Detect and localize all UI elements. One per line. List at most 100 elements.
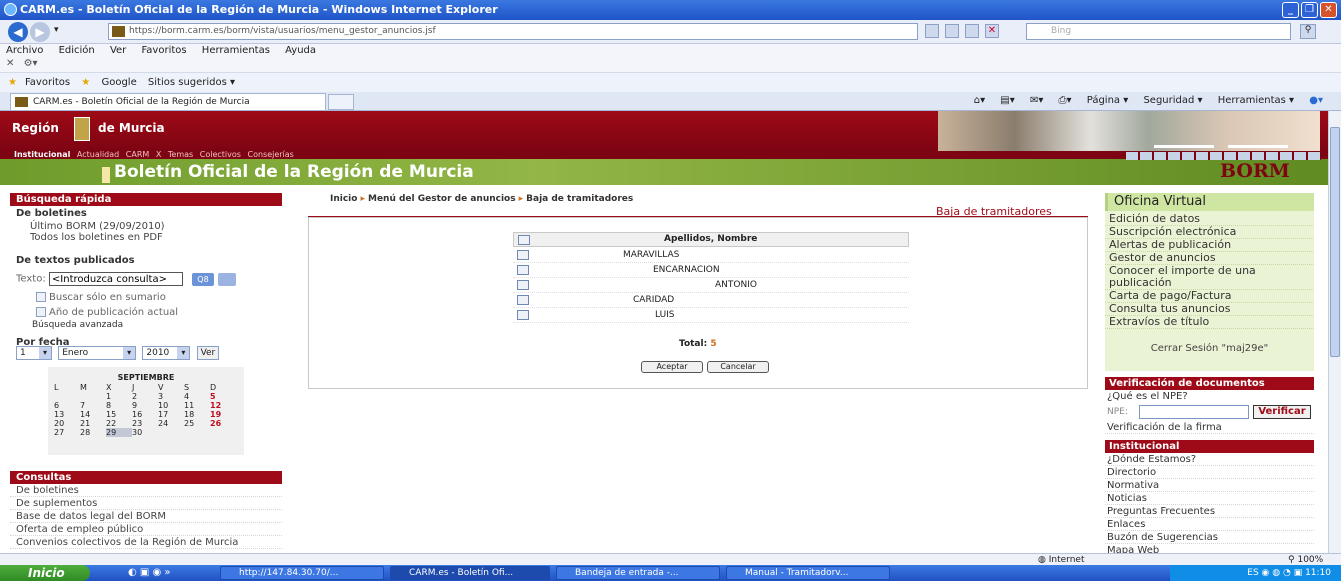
menu-archivo[interactable]: Archivo <box>6 45 43 56</box>
consulta-convenios-link[interactable]: Convenios colectivos de la Región de Mur… <box>10 536 282 549</box>
consulta-suplementos-link[interactable]: De suplementos <box>10 497 282 510</box>
calendar-day[interactable] <box>54 392 80 401</box>
calendar-day[interactable]: 4 <box>184 392 210 401</box>
inst-donde-estamos-link[interactable]: ¿Dónde Estamos? <box>1105 453 1314 466</box>
calendar-day[interactable]: 13 <box>54 410 80 419</box>
nav-consejerias[interactable]: Consejerías <box>247 150 293 159</box>
calendar-day[interactable]: 5 <box>210 392 236 401</box>
borm-logo[interactable]: BORM <box>1220 160 1290 182</box>
inst-normativa-link[interactable]: Normativa <box>1105 479 1314 492</box>
search-icon[interactable]: ⚲ <box>1300 24 1316 39</box>
nav-carm[interactable]: CARM <box>126 150 150 159</box>
calendar-day[interactable] <box>158 428 184 437</box>
search-options-icon[interactable] <box>218 273 236 286</box>
scrollbar-thumb[interactable] <box>1330 127 1340 357</box>
consulta-empleo-link[interactable]: Oferta de empleo público <box>10 523 282 536</box>
calendar-day[interactable]: 23 <box>132 419 158 428</box>
cancel-button[interactable]: Cancelar <box>707 361 769 373</box>
vertical-scrollbar[interactable] <box>1328 111 1341 553</box>
mail-icon[interactable]: ✉▾ <box>1030 95 1043 106</box>
calendar-day[interactable]: 2 <box>132 392 158 401</box>
stop-icon[interactable]: ✕ <box>985 24 999 38</box>
logout-link[interactable]: Cerrar Sesión "maj29e" <box>1105 329 1314 354</box>
nav-temas[interactable]: Temas <box>168 150 193 159</box>
calendar-day[interactable] <box>80 392 106 401</box>
npe-input[interactable] <box>1139 405 1249 419</box>
que-es-npe-link[interactable]: ¿Qué es el NPE? <box>1105 390 1314 403</box>
solo-sumario-checkbox[interactable] <box>36 292 46 302</box>
calendar-day[interactable]: 18 <box>184 410 210 419</box>
history-dropdown-icon[interactable]: ▾ <box>54 25 59 35</box>
nav-actualidad[interactable]: Actualidad <box>77 150 119 159</box>
task-carm[interactable]: CARM.es - Boletín Ofi... <box>390 566 550 580</box>
url-input[interactable]: https://borm.carm.es/borm/vista/usuarios… <box>108 23 918 40</box>
compatibility-icon[interactable] <box>945 24 959 38</box>
calendar-day[interactable]: 22 <box>106 419 132 428</box>
ver-button[interactable]: Ver <box>196 346 220 360</box>
calendar-day[interactable]: 6 <box>54 401 80 410</box>
solo-sumario-row[interactable]: Buscar sólo en sumario <box>36 292 166 303</box>
menu-edicion[interactable]: Edición <box>59 45 95 56</box>
calendar-day[interactable] <box>210 428 236 437</box>
task-manual[interactable]: Manual - Tramitadorv... <box>726 566 890 580</box>
row-checkbox[interactable] <box>517 265 529 275</box>
accessibility-icons[interactable] <box>1126 152 1321 160</box>
nav-colectivos[interactable]: Colectivos <box>200 150 241 159</box>
feeds-icon[interactable]: ▤▾ <box>1000 95 1014 106</box>
tray-icons[interactable]: ◉ ◍ ◔ ▣ <box>1262 568 1306 578</box>
forward-icon[interactable]: ▶ <box>30 22 50 42</box>
calendar-day[interactable]: 15 <box>106 410 132 419</box>
search-go-button[interactable]: Q8 <box>192 273 214 286</box>
language-indicator[interactable]: ES <box>1247 568 1258 578</box>
help-icon[interactable]: ●▾ <box>1309 95 1323 106</box>
menu-ayuda[interactable]: Ayuda <box>285 45 316 56</box>
back-icon[interactable]: ◀ <box>8 22 28 42</box>
close-toolbar-icon[interactable]: ✕ <box>6 58 14 69</box>
maximize-button[interactable]: ❐ <box>1301 2 1318 18</box>
nav-x[interactable]: X <box>156 150 161 159</box>
fav-sitios-sugeridos[interactable]: Sitios sugeridos ▾ <box>148 77 235 88</box>
row-checkbox[interactable] <box>517 280 529 290</box>
month-select[interactable]: Enero ▾ <box>58 346 137 360</box>
menu-ver[interactable]: Ver <box>110 45 126 56</box>
print-icon[interactable]: ⎙▾ <box>1059 95 1072 106</box>
cmd-herramientas[interactable]: Herramientas ▾ <box>1218 95 1294 106</box>
new-tab-button[interactable] <box>328 94 354 110</box>
tab-borm[interactable]: CARM.es - Boletín Oficial de la Región d… <box>10 93 326 111</box>
ultimo-borm-link[interactable]: Último BORM (29/09/2010) <box>10 221 282 232</box>
cmd-seguridad[interactable]: Seguridad ▾ <box>1143 95 1202 106</box>
row-checkbox[interactable] <box>517 295 529 305</box>
calendar-day[interactable]: 16 <box>132 410 158 419</box>
calendar-day[interactable]: 17 <box>158 410 184 419</box>
calendar-day[interactable]: 27 <box>54 428 80 437</box>
verificacion-firma-link[interactable]: Verificación de la firma <box>1105 421 1314 434</box>
consulta-base-datos-link[interactable]: Base de datos legal del BORM <box>10 510 282 523</box>
calendar-day[interactable]: 25 <box>184 419 210 428</box>
toolbar-options-icon[interactable]: ⚙▾ <box>24 58 38 69</box>
breadcrumb-inicio[interactable]: Inicio <box>330 194 357 204</box>
inst-preguntas-link[interactable]: Preguntas Frecuentes <box>1105 505 1314 518</box>
calendar-day[interactable]: 19 <box>210 410 236 419</box>
calendar-day[interactable]: 9 <box>132 401 158 410</box>
nav-institucional[interactable]: Institucional <box>14 150 70 159</box>
refresh-icon[interactable] <box>965 24 979 38</box>
consulta-boletines-link[interactable]: De boletines <box>10 484 282 497</box>
favorites-button[interactable]: Favoritos <box>25 77 70 88</box>
verificar-button[interactable]: Verificar <box>1253 405 1311 419</box>
calendar-day[interactable]: 1 <box>106 392 132 401</box>
calendar-day[interactable]: 21 <box>80 419 106 428</box>
start-button[interactable]: Inicio <box>0 565 90 581</box>
murcia-crest-icon[interactable] <box>74 117 90 141</box>
select-all-checkbox[interactable] <box>518 235 530 245</box>
calendar-day-today[interactable]: 29 <box>106 428 132 437</box>
ov-importe-link[interactable]: Conocer el importe de una publicación <box>1105 265 1314 290</box>
inst-directorio-link[interactable]: Directorio <box>1105 466 1314 479</box>
calendar-day[interactable]: 11 <box>184 401 210 410</box>
todos-pdf-link[interactable]: Todos los boletines en PDF <box>10 232 282 243</box>
close-button[interactable]: ✕ <box>1320 2 1337 18</box>
calendar-day[interactable]: 26 <box>210 419 236 428</box>
search-input[interactable]: Bing <box>1026 23 1291 40</box>
calendar-day[interactable]: 28 <box>80 428 106 437</box>
row-checkbox[interactable] <box>517 250 529 260</box>
fav-google[interactable]: Google <box>101 77 136 88</box>
